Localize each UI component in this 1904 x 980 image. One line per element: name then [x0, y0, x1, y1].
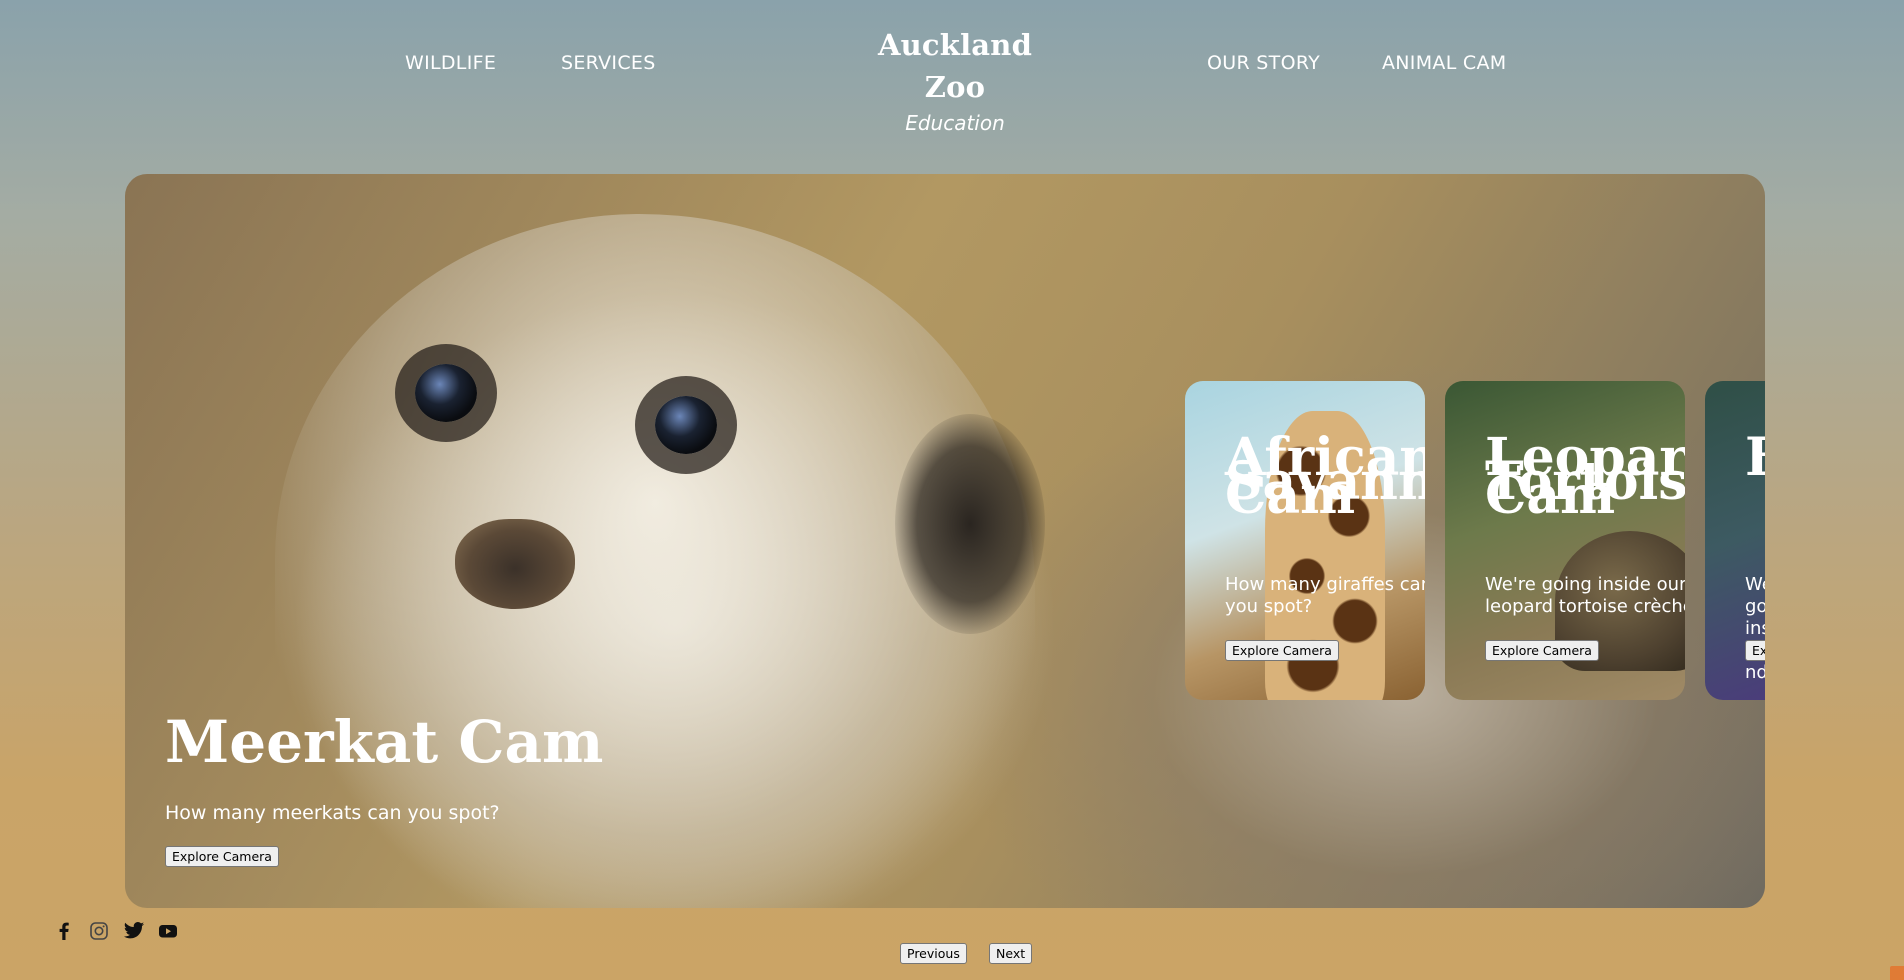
- corner-indicator: [1890, 966, 1904, 980]
- hero-image-eye: [415, 364, 477, 422]
- previous-button[interactable]: Previous: [900, 943, 967, 964]
- hero-description: How many meerkats can you spot?: [165, 802, 500, 824]
- brand-logo[interactable]: Auckland Zoo Education: [850, 24, 1060, 138]
- card-title-line: E: [1745, 427, 1765, 488]
- nav-link-services[interactable]: SERVICES: [561, 52, 656, 74]
- site-title: Auckland Zoo: [877, 28, 1033, 104]
- card-title: Leopard Tortoise Cam: [1485, 432, 1685, 522]
- card-title: African Savanna Cam: [1225, 432, 1425, 522]
- camera-card-african-savanna[interactable]: African Savanna Cam How many giraffes ca…: [1185, 381, 1425, 700]
- card-explore-camera-button[interactable]: Explore Camera: [1745, 640, 1765, 661]
- card-explore-camera-button[interactable]: Explore Camera: [1485, 640, 1599, 661]
- twitter-icon[interactable]: [123, 921, 145, 941]
- nav-link-animal-cam[interactable]: ANIMAL CAM: [1382, 52, 1507, 74]
- hero-image-nose: [455, 519, 575, 609]
- card-explore-camera-button[interactable]: Explore Camera: [1225, 640, 1339, 661]
- card-description: We're going inside Zealand eel: [1745, 574, 1765, 683]
- facebook-icon[interactable]: [54, 921, 74, 941]
- camera-card-eel[interactable]: E We're going inside Zealand eel Explore…: [1705, 381, 1765, 700]
- card-description: How many giraffes can you spot?: [1225, 574, 1425, 617]
- hero-title: Meerkat Cam: [165, 708, 604, 776]
- hero-explore-camera-button[interactable]: Explore Camera: [165, 846, 279, 867]
- hero-image-ear: [895, 414, 1045, 634]
- hero-image-eye: [655, 396, 717, 454]
- youtube-icon[interactable]: [158, 921, 178, 941]
- camera-card-leopard-tortoise[interactable]: Leopard Tortoise Cam We're going inside …: [1445, 381, 1685, 700]
- nav-link-our-story[interactable]: OUR STORY: [1207, 52, 1320, 74]
- card-title: E: [1745, 432, 1765, 484]
- card-description: We're going inside our leopard tortoise …: [1485, 574, 1685, 617]
- next-button[interactable]: Next: [989, 943, 1033, 964]
- instagram-icon[interactable]: [89, 921, 109, 941]
- site-subtitle: Education: [905, 111, 1005, 135]
- nav-link-wildlife[interactable]: WILDLIFE: [405, 52, 496, 74]
- hero-slide: Meerkat Cam How many meerkats can you sp…: [125, 174, 1765, 908]
